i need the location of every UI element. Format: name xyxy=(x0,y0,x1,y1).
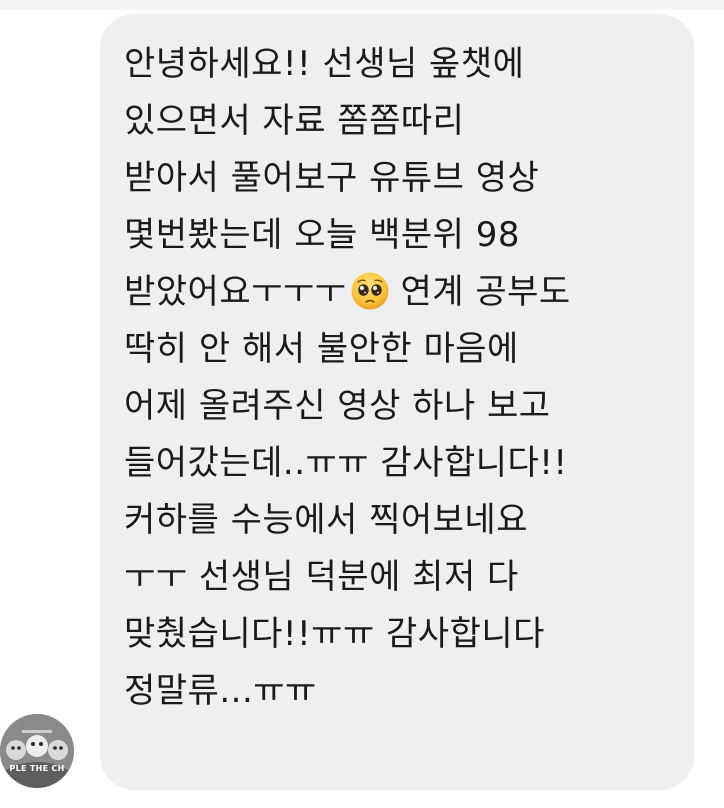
message-line: ㅜㅜ 선생님 덕분에 최저 다 xyxy=(124,557,519,597)
message-line: 맞췄습니다!!ㅠㅠ 감사합니다 xyxy=(124,614,545,654)
message-line: 받아서 풀어보구 유튜브 영상 xyxy=(124,158,540,198)
message-line: 들어갔는데..ㅠㅠ 감사합니다!! xyxy=(124,443,568,483)
chat-screen: 안녕하세요!! 선생님 옾챗에 있으면서 자료 쫌쫌따리 받아서 풀어보구 유튜… xyxy=(0,0,724,808)
sender-avatar[interactable]: PLE THE CH xyxy=(0,714,74,788)
message-line: 커하를 수능에서 찍어보네요 xyxy=(124,500,528,540)
message-segment: 받았어요ㅜㅜㅜ xyxy=(124,272,347,312)
message-text: 안녕하세요!! 선생님 옾챗에 있으면서 자료 쫌쫌따리 받아서 풀어보구 유튜… xyxy=(124,36,684,720)
pleading-face-icon xyxy=(351,272,389,310)
avatar-caption: PLE THE CH xyxy=(9,764,65,773)
message-line: 딱히 안 해서 불안한 마음에 xyxy=(124,329,519,369)
message-segment: 연계 공부도 xyxy=(400,272,571,312)
message-line-with-emoji: 받았어요ㅜㅜㅜ 연계 공부도 xyxy=(124,264,684,321)
message-line: 몇번봤는데 오늘 백분위 98 xyxy=(124,215,520,255)
message-line: 어제 올려주신 영상 하나 보고 xyxy=(124,386,551,426)
avatar-image xyxy=(0,714,74,788)
message-line: 안녕하세요!! 선생님 옾챗에 xyxy=(124,44,525,84)
top-edge xyxy=(0,0,724,10)
message-line: 정말류...ㅠㅠ xyxy=(124,671,317,711)
message-line: 있으면서 자료 쫌쫌따리 xyxy=(124,101,465,141)
